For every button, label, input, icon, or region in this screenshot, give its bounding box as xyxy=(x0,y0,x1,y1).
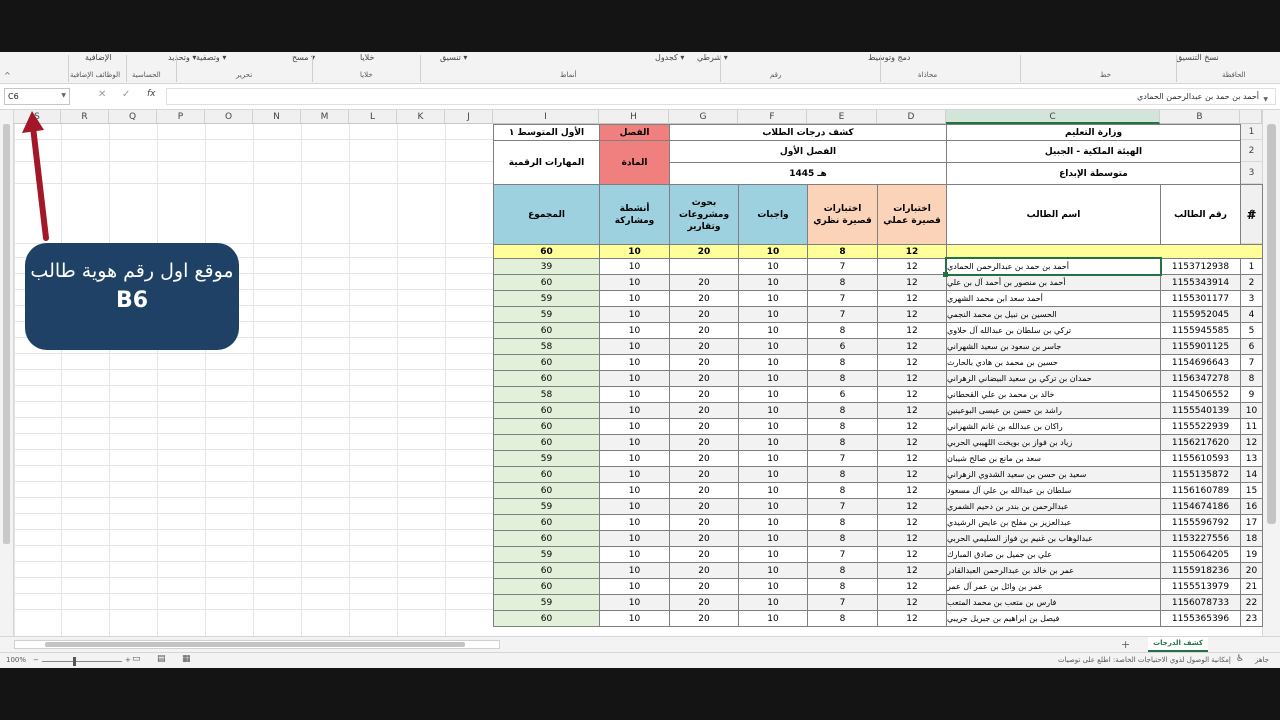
sheet-tabs-bar: + كشف الدرجات xyxy=(0,636,1280,652)
normal-view-icon[interactable]: ▦ xyxy=(182,654,191,664)
sheet-tab-grades[interactable]: كشف الدرجات xyxy=(1148,637,1208,652)
horizontal-scrollbar[interactable] xyxy=(14,640,500,649)
scrollbar-thumb[interactable] xyxy=(45,642,465,647)
status-bar: 100% − + ▭ ▤ ▦ إمكانية الوصول لذوي الاحت… xyxy=(0,652,1280,668)
accessibility-status[interactable]: إمكانية الوصول لذوي الاحتياجات الخاصة: ا… xyxy=(1058,656,1231,664)
annotation-arrow-icon xyxy=(22,111,49,241)
page-layout-view-icon[interactable]: ▭ xyxy=(132,654,141,664)
zoom-slider[interactable] xyxy=(42,661,122,662)
add-sheet-icon[interactable]: + xyxy=(1121,638,1130,651)
zoom-level[interactable]: 100% xyxy=(6,656,26,664)
accessibility-icon: ♿ xyxy=(1236,654,1245,664)
zoom-slider-thumb[interactable] xyxy=(73,657,76,666)
zoom-in-button[interactable]: + xyxy=(125,656,131,664)
video-bottom-letterbox xyxy=(0,668,1280,720)
page-break-view-icon[interactable]: ▤ xyxy=(157,654,166,664)
ready-status: جاهز xyxy=(1255,656,1270,664)
zoom-out-button[interactable]: − xyxy=(33,656,39,664)
